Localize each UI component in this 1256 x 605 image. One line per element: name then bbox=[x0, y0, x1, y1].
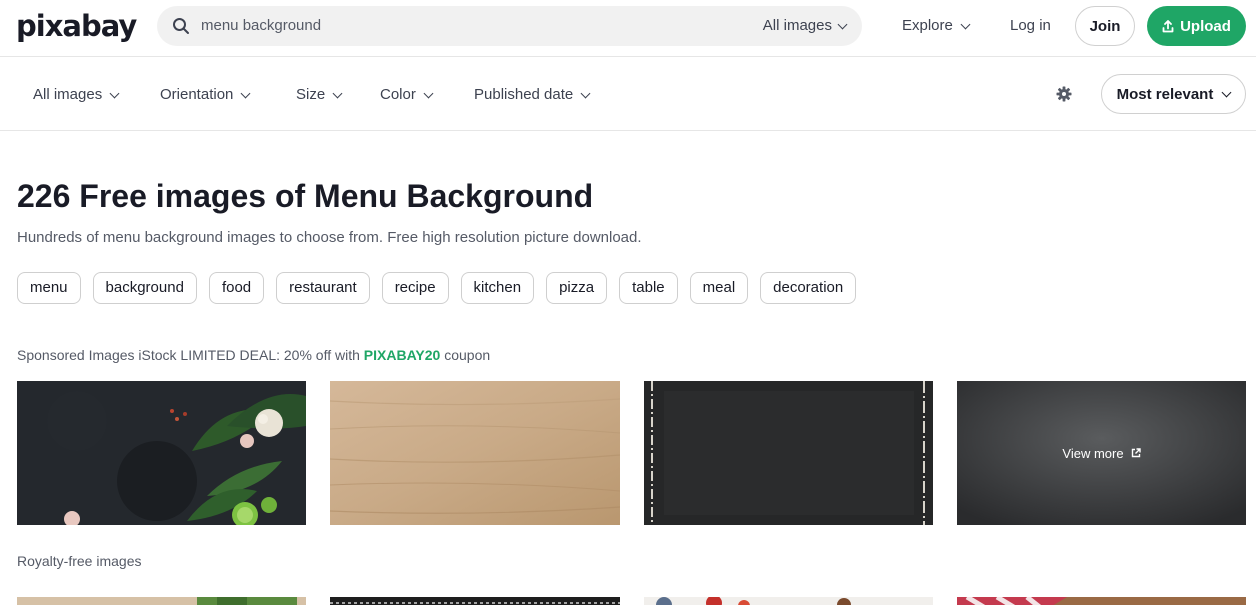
chevron-down-icon bbox=[109, 88, 120, 98]
chevron-down-icon bbox=[332, 88, 343, 98]
search-type-dropdown[interactable]: All images bbox=[762, 17, 848, 35]
chalkboard-border-image bbox=[330, 597, 620, 605]
sponsored-image-wood[interactable] bbox=[330, 381, 620, 525]
filter-label: Size bbox=[296, 86, 326, 103]
join-button[interactable]: Join bbox=[1075, 6, 1135, 46]
top-header: pixabay menu background All images Explo… bbox=[0, 0, 1256, 57]
search-type-label: All images bbox=[762, 17, 832, 34]
chevron-down-icon bbox=[960, 19, 971, 29]
filter-all-images[interactable]: All images bbox=[33, 85, 120, 105]
pixabay-logo[interactable]: pixabay bbox=[16, 8, 137, 44]
filter-orientation[interactable]: Orientation bbox=[160, 85, 251, 105]
tag-pizza[interactable]: pizza bbox=[546, 272, 608, 304]
explore-label: Explore bbox=[902, 17, 953, 34]
sponsored-prefix: Sponsored Images iStock LIMITED DEAL: 20… bbox=[17, 347, 364, 363]
sponsored-suffix: coupon bbox=[440, 347, 491, 363]
tag-meal[interactable]: meal bbox=[689, 272, 749, 304]
royalty-free-heading: Royalty-free images bbox=[17, 553, 142, 569]
filter-bar: All images Orientation Size Color Publis… bbox=[0, 57, 1256, 131]
sponsored-notice: Sponsored Images iStock LIMITED DEAL: 20… bbox=[17, 346, 490, 364]
external-link-icon bbox=[1131, 448, 1141, 458]
tag-restaurant[interactable]: restaurant bbox=[276, 272, 370, 304]
upload-button[interactable]: Upload bbox=[1147, 6, 1246, 46]
royalty-image-1[interactable] bbox=[17, 596, 306, 605]
sponsored-image-herbs[interactable] bbox=[17, 381, 306, 525]
sponsored-view-more[interactable]: View more bbox=[957, 381, 1246, 525]
tag-table[interactable]: table bbox=[619, 272, 678, 304]
light-wood-texture-image bbox=[330, 381, 620, 525]
filter-label: Published date bbox=[474, 86, 574, 103]
sort-label: Most relevant bbox=[1116, 85, 1214, 103]
royalty-image-3[interactable] bbox=[644, 596, 933, 605]
search-icon bbox=[173, 18, 189, 34]
chevron-down-icon bbox=[240, 88, 251, 98]
sponsored-image-chalkboard[interactable] bbox=[644, 381, 933, 525]
filter-label: Color bbox=[380, 86, 416, 103]
filter-label: All images bbox=[33, 86, 103, 103]
tag-kitchen[interactable]: kitchen bbox=[460, 272, 535, 304]
explore-menu[interactable]: Explore bbox=[902, 16, 971, 36]
chevron-down-icon bbox=[1221, 87, 1232, 97]
chevron-down-icon bbox=[837, 19, 848, 29]
view-more-link[interactable]: View more bbox=[957, 381, 1246, 525]
page-title: 226 Free images of Menu Background bbox=[17, 178, 594, 214]
royalty-image-2[interactable] bbox=[330, 596, 620, 605]
royalty-image-4[interactable] bbox=[957, 596, 1246, 605]
filter-published-date[interactable]: Published date bbox=[474, 85, 591, 105]
page-subtitle: Hundreds of menu background images to ch… bbox=[17, 229, 642, 246]
search-bar[interactable]: menu background All images bbox=[157, 6, 862, 46]
filter-color[interactable]: Color bbox=[380, 85, 434, 105]
gear-icon[interactable] bbox=[1056, 86, 1072, 102]
wood-with-greens-image bbox=[17, 597, 306, 605]
upload-icon bbox=[1162, 19, 1174, 32]
herbs-on-dark-stone-image bbox=[17, 381, 306, 525]
tag-recipe[interactable]: recipe bbox=[381, 272, 449, 304]
filter-label: Orientation bbox=[160, 86, 234, 103]
upload-label: Upload bbox=[1180, 17, 1231, 35]
login-link[interactable]: Log in bbox=[1010, 16, 1051, 36]
tag-menu[interactable]: menu bbox=[17, 272, 81, 304]
tag-decoration[interactable]: decoration bbox=[760, 272, 857, 304]
sort-dropdown[interactable]: Most relevant bbox=[1101, 74, 1246, 114]
filter-size[interactable]: Size bbox=[296, 85, 343, 105]
view-more-label: View more bbox=[1062, 445, 1124, 461]
tag-food[interactable]: food bbox=[208, 272, 265, 304]
search-input[interactable]: menu background bbox=[201, 17, 321, 35]
coupon-code[interactable]: PIXABAY20 bbox=[364, 347, 441, 363]
food-spread-image bbox=[644, 596, 933, 605]
checkered-cloth-on-wood-image bbox=[957, 596, 1246, 605]
chalkboard-image bbox=[644, 381, 933, 525]
tag-background[interactable]: background bbox=[92, 272, 197, 304]
chevron-down-icon bbox=[580, 88, 591, 98]
related-tags: menu background food restaurant recipe k… bbox=[17, 272, 857, 304]
chevron-down-icon bbox=[423, 88, 434, 98]
